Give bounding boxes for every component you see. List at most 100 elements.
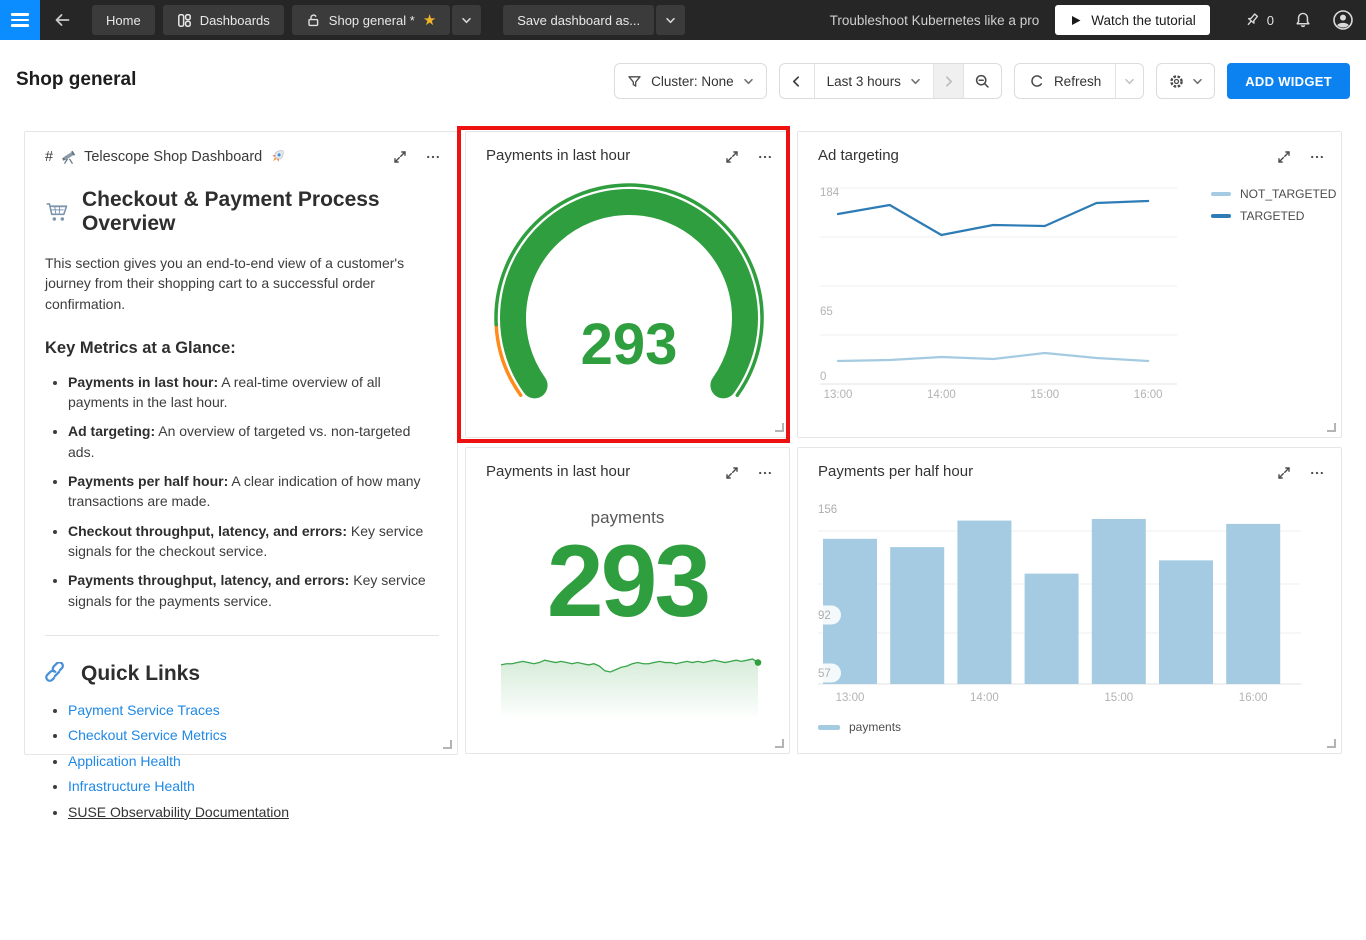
resize-handle[interactable] [775,423,784,432]
cluster-filter-button[interactable]: Cluster: None [614,63,767,99]
resize-handle[interactable] [1327,423,1336,432]
time-forward-button-disabled[interactable] [932,64,963,98]
payments-gauge-widget: Payments in last hour payments 293 [465,131,790,438]
add-widget-button[interactable]: ADD WIDGET [1227,63,1350,99]
md-hash: # [45,148,54,165]
svg-text:65: 65 [820,306,833,318]
svg-text:16:00: 16:00 [1239,692,1268,704]
legend-item-payments[interactable]: payments [818,720,901,734]
tab-home-label: Home [106,12,141,28]
metric-item: Payments per half hour: A clear indicati… [68,471,439,512]
chevron-down-icon [1192,76,1203,87]
time-range-label: Last 3 hours [826,73,901,89]
svg-text:16:00: 16:00 [1134,389,1163,401]
hamburger-menu-button[interactable] [0,0,40,40]
save-dashboard-as-button[interactable]: Save dashboard as... [503,5,655,35]
svg-text:14:00: 14:00 [927,389,956,401]
top-nav-bar: Home Dashboards Shop general * ★ Save da… [0,0,1366,40]
rocket-icon [268,147,287,166]
overview-heading-text: Checkout & Payment Process Overview [82,188,380,235]
pushpin-icon [1244,12,1261,29]
quick-link[interactable]: SUSE Observability Documentation [68,804,289,820]
md-title-text: Telescope Shop Dashboard [84,148,263,165]
dashboards-icon [177,13,192,28]
widget-menu-icon[interactable] [425,149,441,165]
pin-count: 0 [1266,12,1274,28]
chevron-left-icon [790,75,803,88]
svg-text:15:00: 15:00 [1104,692,1133,704]
shopping-cart-icon [45,200,71,224]
promo-text: Troubleshoot Kubernetes like a pro [829,12,1040,28]
user-avatar[interactable] [1332,9,1354,31]
save-dashboard-as-label: Save dashboard as... [517,12,641,28]
metrics-list: Payments in last hour: A real-time overv… [45,372,439,611]
tab-home[interactable]: Home [92,5,155,35]
tab-dashboards-label: Dashboards [199,12,270,28]
svg-text:15:00: 15:00 [1030,389,1059,401]
watch-tutorial-button[interactable]: Watch the tutorial [1055,5,1210,35]
resize-handle[interactable] [443,740,452,749]
legend-item-not_targeted[interactable]: NOT_TARGETED [1211,187,1336,201]
legend-swatch [1211,213,1231,219]
telescope-icon [59,147,78,166]
legend-label: payments [849,720,902,734]
quick-links-heading-text: Quick Links [81,661,201,685]
quick-link[interactable]: Infrastructure Health [68,778,195,794]
resize-handle[interactable] [1327,739,1336,748]
refresh-options-button[interactable] [1115,64,1143,98]
save-dashboard-menu-button[interactable] [656,5,686,35]
expand-widget-icon[interactable] [392,149,408,165]
gear-icon [1168,73,1185,90]
refresh-button[interactable]: Refresh [1015,64,1115,98]
tab-dashboards[interactable]: Dashboards [162,5,284,35]
quick-link[interactable]: Payment Service Traces [68,702,220,718]
markdown-widget: # Telescope Shop Dashboard Checkout & Pa… [24,131,458,820]
quick-link[interactable]: Checkout Service Metrics [68,727,227,743]
pinned-items-button[interactable]: 0 [1244,12,1274,29]
metrics-heading: Key Metrics at a Glance: [45,338,236,357]
svg-text:156: 156 [818,504,837,516]
chevron-down-icon [910,76,921,87]
svg-text:293: 293 [581,312,678,377]
link-icon [45,661,69,686]
quick-link-item: Application Health [68,753,439,769]
legend-item-targeted[interactable]: TARGETED [1211,209,1336,223]
refresh-icon [1029,73,1045,89]
payments-number-widget: Payments in last hour payments 293 [465,447,790,754]
unlock-icon [306,13,321,28]
quick-link-item: Infrastructure Health [68,778,439,794]
ad-targeting-legend: NOT_TARGETED TARGETED [1211,187,1336,223]
svg-text:57: 57 [818,668,831,680]
chevron-down-icon [1124,76,1135,87]
metric-item: Ad targeting: An overview of targeted vs… [68,421,439,462]
favorite-star-icon[interactable]: ★ [423,13,436,28]
time-back-button[interactable] [780,64,814,98]
resize-handle[interactable] [775,739,784,748]
payments-bar-chart: 156 92 57 13:00 14:00 15:00 16:00 [811,504,1301,704]
time-range-group: Last 3 hours [778,63,1002,99]
svg-text:14:00: 14:00 [970,692,999,704]
notifications-button[interactable] [1294,11,1312,29]
legend-label: NOT_TARGETED [1240,187,1337,201]
quick-links-list: Payment Service Traces Checkout Service … [45,702,439,820]
payments-per-half-hour-widget: Payments per half hour 156 92 57 13:00 14:00… [797,447,1342,754]
quick-link[interactable]: Application Health [68,753,181,769]
markdown-widget-title: # Telescope Shop Dashboard [45,147,287,166]
time-range-selector[interactable]: Last 3 hours [813,64,933,98]
svg-text:184: 184 [820,187,840,199]
back-button[interactable] [40,10,84,30]
play-icon [1069,14,1082,27]
payments-gauge-chart: 293 [494,183,764,399]
quick-link-item: Checkout Service Metrics [68,727,439,743]
dashboard-tab-menu-button[interactable] [452,5,482,35]
tab-current-dashboard[interactable]: Shop general * ★ [291,5,451,35]
quick-link-item: SUSE Observability Documentation [68,804,439,820]
metric-item: Checkout throughput, latency, and errors… [68,521,439,562]
chevron-right-icon [942,75,955,88]
watch-tutorial-label: Watch the tutorial [1091,12,1196,28]
zoom-out-time-button[interactable] [962,64,1001,98]
dashboard-settings-button[interactable] [1156,63,1216,99]
legend-swatch [818,724,840,730]
dashboard-toolbar: Cluster: None Last 3 hours Refresh ADD W… [614,63,1350,99]
page-title: Shop general [16,69,137,90]
